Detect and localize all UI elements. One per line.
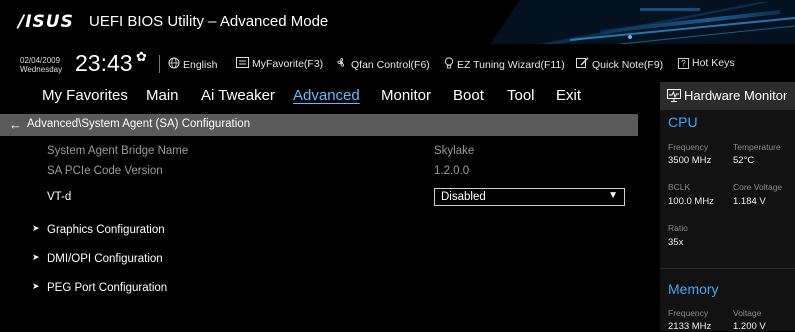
- tab-exit[interactable]: Exit: [556, 87, 581, 104]
- qfan-button[interactable]: Qfan Control(F6): [335, 57, 430, 72]
- vtd-selected-value: Disabled: [441, 191, 486, 203]
- language-label: English: [183, 58, 218, 71]
- submenu-graphics-configuration[interactable]: ➤ Graphics Configuration: [0, 220, 638, 242]
- hot-keys-label: Hot Keys: [692, 57, 735, 69]
- core-voltage-label: Core Voltage: [733, 182, 783, 192]
- hardware-monitor-header: Hardware Monitor: [660, 82, 795, 110]
- cpu-frequency-label: Frequency: [668, 142, 709, 152]
- hardware-monitor-title: Hardware Monitor: [684, 88, 788, 103]
- globe-icon: [168, 57, 180, 72]
- caret-down-icon: ▼: [608, 190, 618, 201]
- quick-note-label: Quick Note(F9): [592, 58, 664, 71]
- submenu-label: DMI/OPI Configuration: [47, 253, 163, 265]
- weekday-text: Wednesday: [20, 65, 63, 74]
- section-divider: [660, 268, 795, 269]
- info-value: 1.2.0.0: [434, 165, 470, 177]
- clock-time: 23:43: [75, 50, 133, 76]
- asus-logo: /ISUS: [18, 12, 74, 32]
- memory-frequency-value: 2133 MHz: [668, 321, 712, 332]
- bclk-value: 100.0 MHz: [668, 196, 714, 207]
- memory-voltage-label: Voltage: [733, 308, 762, 318]
- submenu-label: Graphics Configuration: [47, 224, 165, 236]
- qfan-label: Qfan Control(F6): [351, 58, 430, 71]
- hardware-monitor-panel: Hardware Monitor CPU Frequency 3500 MHz …: [660, 82, 795, 332]
- bclk-label: BCLK: [668, 182, 691, 192]
- memory-frequency-label: Frequency: [668, 308, 709, 318]
- breadcrumb[interactable]: ← Advanced\System Agent (SA) Configurati…: [0, 114, 638, 136]
- info-label: SA PCIe Code Version: [47, 165, 163, 177]
- info-row-pcie-version: SA PCIe Code Version 1.2.0.0: [0, 160, 638, 184]
- date-text: 02/04/2009: [20, 56, 61, 65]
- tab-ai-tweaker[interactable]: Ai Tweaker: [201, 87, 275, 104]
- lightbulb-icon: [444, 57, 454, 72]
- core-voltage-value: 1.184 V: [733, 196, 766, 207]
- submenu-peg-port-configuration[interactable]: ➤ PEG Port Configuration: [0, 278, 638, 300]
- cpu-heading: CPU: [668, 114, 698, 130]
- info-label: System Agent Bridge Name: [47, 145, 189, 157]
- ez-tuning-label: EZ Tuning Wizard(F11): [457, 58, 565, 71]
- monitor-icon: [667, 89, 681, 105]
- tab-my-favorites[interactable]: My Favorites: [42, 87, 128, 104]
- tab-advanced[interactable]: Advanced: [293, 87, 360, 104]
- title-bar: /ISUS UEFI BIOS Utility – Advanced Mode: [0, 0, 795, 44]
- fan-icon: [335, 57, 348, 72]
- tab-tool[interactable]: Tool: [507, 87, 535, 104]
- favorite-list-icon: [236, 57, 249, 71]
- breadcrumb-text: Advanced\System Agent (SA) Configuration: [27, 118, 251, 130]
- question-box-icon: ?: [678, 57, 689, 69]
- info-value: Skylake: [434, 145, 475, 157]
- quick-note-button[interactable]: Quick Note(F9): [576, 57, 663, 72]
- ez-tuning-button[interactable]: EZ Tuning Wizard(F11): [444, 57, 565, 72]
- memory-heading: Memory: [668, 281, 719, 297]
- tab-monitor[interactable]: Monitor: [381, 87, 431, 104]
- ratio-value: 35x: [668, 237, 684, 248]
- note-icon: [576, 57, 589, 72]
- gear-icon[interactable]: ✿: [136, 49, 147, 65]
- date-display: 02/04/2009 Wednesday: [20, 56, 62, 74]
- toolbar-divider: [159, 55, 160, 73]
- setting-row-vtd[interactable]: VT-d Disabled ▼: [0, 187, 638, 211]
- submenu-label: PEG Port Configuration: [47, 282, 168, 294]
- chevron-right-icon: ➤: [32, 223, 40, 233]
- vtd-select[interactable]: Disabled ▼: [434, 188, 625, 206]
- cpu-temperature-value: 52°C: [733, 155, 755, 166]
- language-button[interactable]: English: [168, 57, 217, 72]
- cpu-temperature-label: Temperature: [733, 142, 781, 152]
- chevron-right-icon: ➤: [32, 252, 40, 262]
- vtd-label: VT-d: [47, 191, 72, 203]
- myfavorite-label: MyFavorite(F3): [252, 58, 324, 70]
- chevron-right-icon: ➤: [32, 281, 40, 291]
- hot-keys-button[interactable]: ? Hot Keys: [678, 57, 735, 69]
- tab-boot[interactable]: Boot: [453, 87, 484, 104]
- arrow-left-icon[interactable]: ←: [9, 117, 22, 132]
- memory-voltage-value: 1.200 V: [733, 321, 766, 332]
- ratio-label: Ratio: [668, 223, 688, 233]
- app-title: UEFI BIOS Utility – Advanced Mode: [89, 13, 329, 30]
- myfavorite-button[interactable]: MyFavorite(F3): [236, 57, 323, 71]
- submenu-dmi-opi-configuration[interactable]: ➤ DMI/OPI Configuration: [0, 249, 638, 271]
- cpu-frequency-value: 3500 MHz: [668, 155, 712, 166]
- settings-content: System Agent Bridge Name Skylake SA PCIe…: [0, 136, 660, 331]
- main-tabs: My Favorites Main Ai Tweaker Advanced Mo…: [0, 82, 660, 110]
- toolbar: 02/04/2009 Wednesday 23:43 ✿ English MyF…: [0, 44, 795, 82]
- tab-main[interactable]: Main: [146, 87, 179, 104]
- decorative-banner-icon: [490, 0, 795, 44]
